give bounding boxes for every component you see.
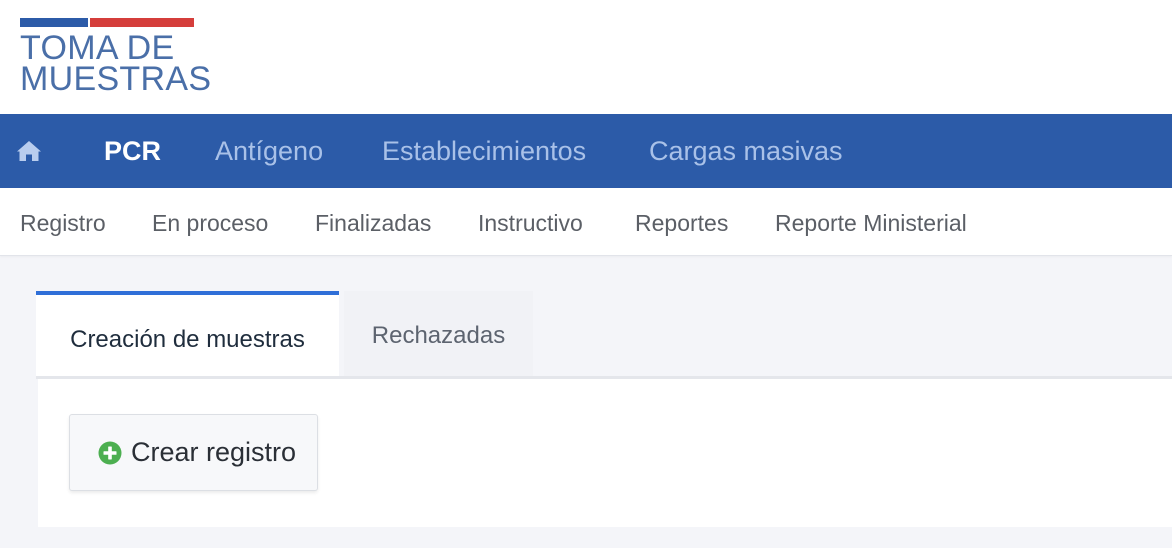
sub-nav-item-en-proceso[interactable]: En proceso xyxy=(152,188,268,256)
logo-line-2: MUESTRAS xyxy=(20,60,212,98)
logo-flag-bar xyxy=(20,18,194,27)
main-nav-item-cargas-masivas[interactable]: Cargas masivas xyxy=(649,114,843,188)
header: TOMA DE MUESTRAS xyxy=(0,0,1172,114)
create-record-button[interactable]: Crear registro xyxy=(69,414,318,491)
main-nav-item-antigeno[interactable]: Antígeno xyxy=(215,114,323,188)
sub-nav-item-reportes[interactable]: Reportes xyxy=(635,188,728,256)
tab-rechazadas[interactable]: Rechazadas xyxy=(344,291,533,377)
logo-flag-blue xyxy=(20,18,88,27)
tab-creacion-de-muestras[interactable]: Creación de muestras xyxy=(36,291,339,377)
create-record-label: Crear registro xyxy=(131,437,297,467)
tab-panel: Crear registro xyxy=(38,379,1172,527)
main-nav: PCR Antígeno Establecimientos Cargas mas… xyxy=(0,114,1172,188)
sub-nav-item-registro[interactable]: Registro xyxy=(20,188,106,256)
main-nav-item-pcr[interactable]: PCR xyxy=(104,114,161,188)
sub-nav-item-finalizadas[interactable]: Finalizadas xyxy=(315,188,431,256)
plus-circle-icon xyxy=(98,441,122,464)
sub-nav-item-reporte-ministerial[interactable]: Reporte Ministerial xyxy=(775,188,967,256)
logo[interactable]: TOMA DE MUESTRAS xyxy=(20,18,212,98)
sub-nav-item-instructivo[interactable]: Instructivo xyxy=(478,188,583,256)
main-nav-item-establecimientos[interactable]: Establecimientos xyxy=(382,114,586,188)
logo-flag-red xyxy=(90,18,194,27)
logo-text: TOMA DE MUESTRAS xyxy=(20,31,212,98)
sub-nav: Registro En proceso Finalizadas Instruct… xyxy=(0,188,1172,256)
home-icon[interactable] xyxy=(16,140,42,162)
